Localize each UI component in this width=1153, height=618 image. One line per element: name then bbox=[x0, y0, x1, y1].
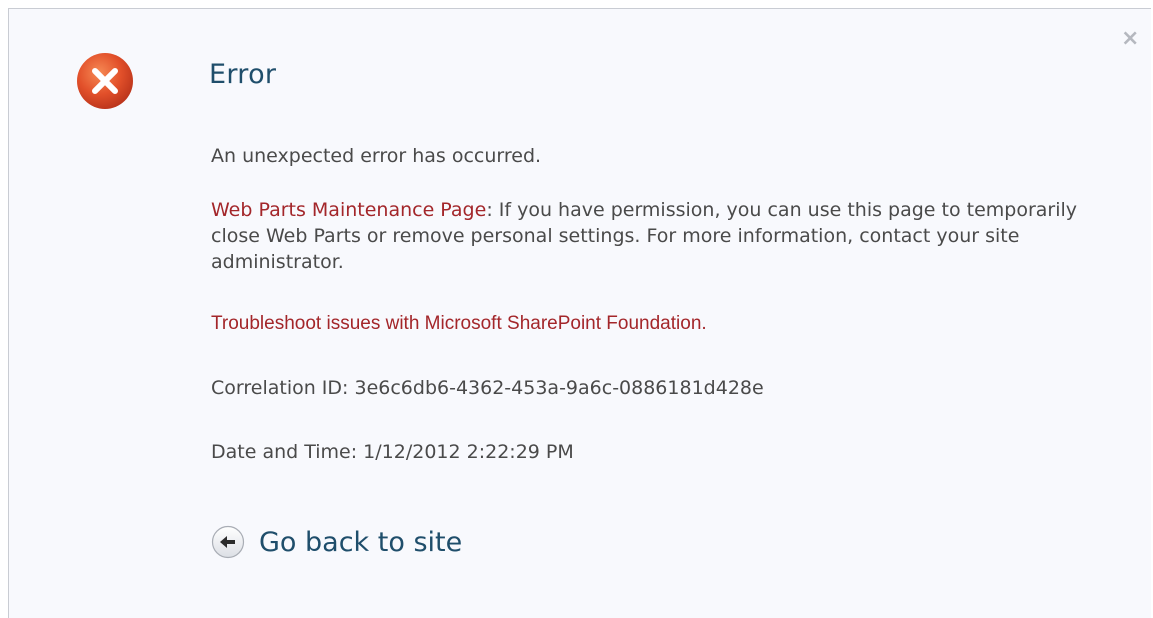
error-x-circle-icon bbox=[77, 53, 133, 109]
go-back-label: Go back to site bbox=[259, 526, 463, 558]
close-icon[interactable]: × bbox=[1121, 28, 1139, 50]
troubleshoot-link[interactable]: Troubleshoot issues with Microsoft Share… bbox=[211, 313, 707, 335]
correlation-id: Correlation ID: 3e6c6db6-4362-453a-9a6c-… bbox=[211, 377, 764, 399]
date-time: Date and Time: 1/12/2012 2:22:29 PM bbox=[211, 441, 574, 463]
page-title: Error bbox=[209, 59, 277, 90]
maintenance-page-link[interactable]: Web Parts Maintenance Page bbox=[211, 199, 486, 221]
error-message: An unexpected error has occurred. bbox=[211, 145, 542, 167]
error-dialog: × Error An unexpected error has occurred… bbox=[8, 8, 1151, 618]
go-back-button[interactable]: Go back to site bbox=[211, 525, 462, 559]
maintenance-info: Web Parts Maintenance Page: If you have … bbox=[211, 197, 1111, 275]
back-arrow-circle-icon bbox=[211, 525, 245, 559]
